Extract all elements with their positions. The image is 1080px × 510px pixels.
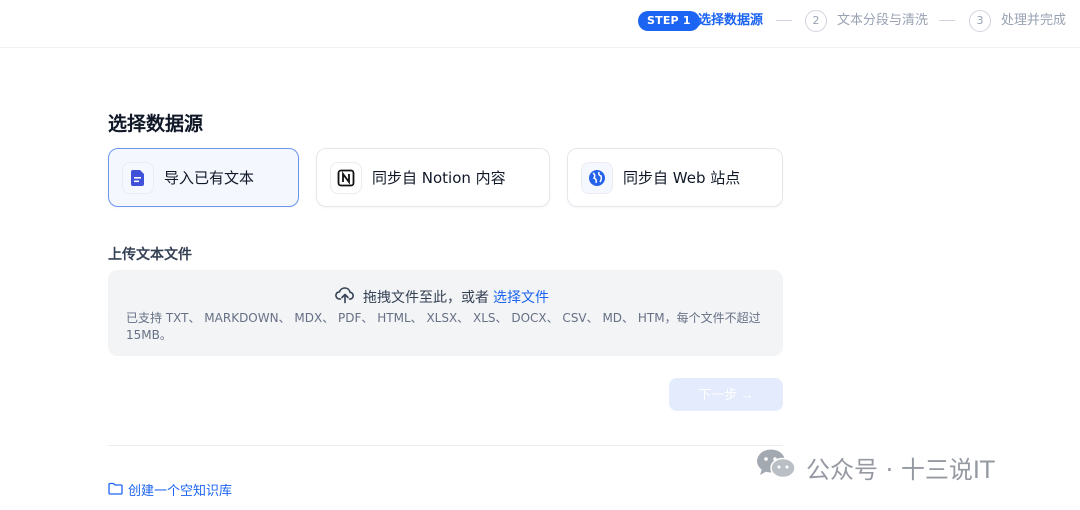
source-label: 同步自 Web 站点: [623, 169, 741, 187]
source-card-notion[interactable]: 同步自 Notion 内容: [316, 148, 550, 207]
select-file-link[interactable]: 选择文件: [493, 288, 549, 308]
drop-text: 拖拽文件至此，或者: [363, 290, 489, 306]
watermark-text: 公众号 · 十三说IT: [806, 455, 995, 484]
source-label: 同步自 Notion 内容: [372, 169, 506, 187]
source-card-web[interactable]: 同步自 Web 站点: [567, 148, 783, 207]
source-card-file[interactable]: 导入已有文本: [108, 148, 299, 207]
cloud-upload-icon: [335, 286, 355, 310]
divider: [108, 445, 783, 446]
folder-icon: [108, 482, 123, 501]
upload-section-label: 上传文本文件: [108, 247, 192, 263]
step1-badge: STEP 1: [638, 11, 700, 31]
file-dropzone[interactable]: 拖拽文件至此，或者 选择文件 已支持 TXT、 MARKDOWN、 MDX、 P…: [108, 270, 783, 356]
step2-label: 文本分段与清洗: [837, 13, 929, 28]
supported-formats-hint: 已支持 TXT、 MARKDOWN、 MDX、 PDF、 HTML、 XLSX、…: [126, 311, 761, 342]
drop-instructions: 拖拽文件至此，或者 选择文件: [335, 286, 549, 310]
document-icon: [122, 162, 154, 194]
source-label: 导入已有文本: [164, 169, 255, 187]
stepper: STEP 1 选择数据源 2 文本分段与清洗 3 处理并完成: [0, 0, 1080, 48]
step-connector: [939, 20, 955, 21]
wechat-icon: [756, 448, 796, 486]
step-connector: [776, 20, 792, 21]
next-step-button[interactable]: 下一步 →: [669, 378, 783, 411]
step1-label: 选择数据源: [698, 13, 764, 28]
create-empty-label: 创建一个空知识库: [128, 483, 233, 499]
create-empty-knowledge-link[interactable]: 创建一个空知识库: [108, 482, 232, 501]
watermark: 公众号 · 十三说IT: [756, 448, 995, 486]
step3-number: 3: [969, 10, 991, 32]
step3-label: 处理并完成: [1001, 13, 1067, 28]
page-title: 选择数据源: [108, 113, 204, 135]
notion-icon: [330, 162, 362, 194]
web-icon: [581, 162, 613, 194]
step2-number: 2: [805, 10, 827, 32]
